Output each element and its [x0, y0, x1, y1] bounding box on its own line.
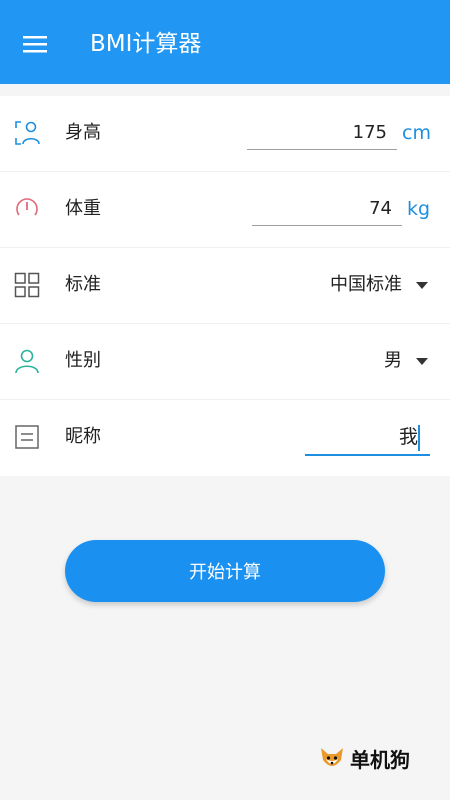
- menu-icon: [23, 36, 47, 53]
- calculate-button[interactable]: 开始计算: [65, 540, 385, 602]
- weight-input[interactable]: 74: [252, 194, 402, 226]
- menu-button[interactable]: [15, 24, 55, 64]
- person-icon: [15, 349, 39, 374]
- gender-row[interactable]: 性别 男: [0, 324, 450, 400]
- standard-select[interactable]: 中国标准: [330, 272, 428, 298]
- watermark: 单机狗: [318, 744, 410, 773]
- standard-row[interactable]: 标准 中国标准: [0, 248, 450, 324]
- nickname-label: 昵称: [65, 426, 101, 447]
- height-value: 175: [352, 122, 387, 143]
- gender-value: 男: [384, 350, 402, 371]
- watermark-text: 单机狗: [350, 748, 410, 772]
- grid-icon: [14, 272, 40, 298]
- height-label: 身高: [65, 122, 101, 143]
- weight-label: 体重: [65, 198, 101, 219]
- weight-unit: kg: [407, 198, 431, 220]
- app-bar: BMI计算器: [0, 0, 450, 84]
- note-icon: [15, 425, 39, 449]
- height-input[interactable]: 175: [247, 118, 397, 150]
- bmi-form: 身高 175 cm 体重 74 kg 标准 中国标准 性别 男 昵称 我: [0, 96, 450, 476]
- fox-logo-icon: [321, 747, 343, 766]
- app-title: BMI计算器: [90, 31, 202, 57]
- weight-row: 体重 74 kg: [0, 172, 450, 248]
- gender-label: 性别: [65, 350, 101, 371]
- nickname-input[interactable]: 我: [305, 422, 430, 456]
- nickname-value: 我: [398, 426, 418, 448]
- standard-value: 中国标准: [330, 274, 402, 295]
- dropdown-caret-icon: [416, 281, 428, 289]
- height-unit: cm: [402, 122, 431, 144]
- dropdown-caret-icon: [416, 357, 428, 365]
- nickname-row: 昵称 我: [0, 400, 450, 476]
- person-height-icon: [15, 121, 40, 145]
- gauge-icon: [16, 198, 38, 216]
- gender-select[interactable]: 男: [384, 348, 428, 374]
- standard-label: 标准: [65, 274, 101, 295]
- text-cursor: [418, 425, 420, 451]
- height-row: 身高 175 cm: [0, 96, 450, 172]
- weight-value: 74: [369, 198, 392, 219]
